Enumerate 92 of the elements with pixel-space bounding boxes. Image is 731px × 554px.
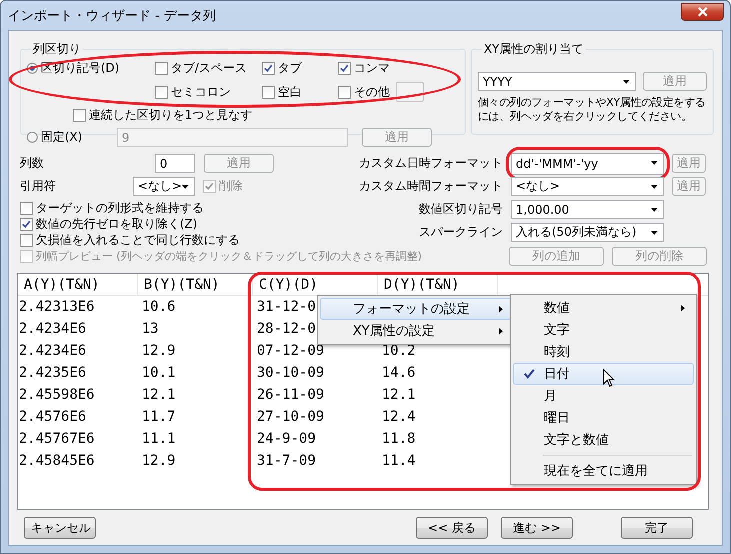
close-icon: [696, 6, 708, 16]
field-label: 引用符: [20, 178, 57, 195]
table-cell: 2.45598E6: [19, 387, 95, 403]
table-cell: 30-10-09: [257, 365, 324, 381]
checkmark-icon: [264, 64, 273, 73]
dropdown-arrow-icon: [651, 160, 658, 164]
submenu-arrow-icon: [499, 306, 503, 313]
table-cell: 10.1: [142, 365, 176, 381]
fixed-radio[interactable]: 固定(X): [27, 129, 117, 146]
table-cell: 2.4235E6: [19, 365, 86, 381]
table-cell: 10.6: [142, 299, 176, 315]
table-cell: 14.6: [382, 365, 416, 381]
format-dropdown[interactable]: <なし>: [511, 177, 664, 196]
group-title: XY属性の割り当て: [483, 41, 585, 58]
dialog-button[interactable]: 進む >>: [501, 517, 573, 539]
table-cell: 26-11-09: [257, 387, 324, 403]
menu-item[interactable]: フォーマットの設定: [320, 298, 512, 320]
table-cell: 27-10-09: [257, 409, 324, 425]
option-checkbox[interactable]: 欠損値を入れることで同じ行数にする: [20, 232, 240, 248]
submenu-arrow-icon: [681, 305, 685, 312]
delimiter-checkbox[interactable]: タブ: [262, 60, 302, 77]
menu-item[interactable]: 文字と数値: [513, 429, 694, 451]
quote-dropdown[interactable]: <なし>: [133, 177, 195, 196]
xy-dropdown[interactable]: YYYY: [478, 72, 636, 91]
dropdown-arrow-icon: [623, 80, 630, 84]
table-cell: 10.2: [382, 343, 416, 359]
delimiter-checkbox[interactable]: その他: [338, 84, 390, 100]
delimiter-checkbox[interactable]: 空白: [262, 84, 302, 100]
window-title: インポート・ウィザード - データ列: [8, 8, 216, 24]
checkmark-icon: [22, 220, 31, 228]
table-cell: 13: [142, 321, 159, 337]
menu-item[interactable]: 数値: [513, 297, 694, 319]
table-cell: 07-12-09: [257, 343, 324, 359]
menu-item[interactable]: 現在を全てに適用: [513, 460, 694, 482]
dialog-button[interactable]: << 戻る: [416, 517, 488, 539]
table-cell: 11.1: [142, 431, 176, 447]
menu-item[interactable]: 月: [513, 385, 694, 407]
submenu-arrow-icon: [499, 328, 503, 335]
table-cell: 12.9: [142, 453, 176, 469]
option-checkbox[interactable]: 数値の先行ゼロを取り除く(Z): [20, 216, 198, 232]
column-count-field[interactable]: 0: [155, 154, 195, 173]
table-cell: 28-12-0: [257, 321, 316, 337]
group-title: 列区切り: [32, 41, 82, 58]
merge-checkbox[interactable]: 連続した区切りを1つと見なす: [73, 107, 253, 124]
dropdown-arrow-icon: [651, 185, 658, 189]
table-cell: 12.9: [142, 343, 176, 359]
checkmark-icon: [340, 64, 349, 73]
checkmark-icon: [205, 182, 214, 191]
table-cell: 2.45845E6: [19, 453, 95, 469]
table-cell: 12.1: [382, 387, 416, 403]
dropdown-arrow-icon: [651, 208, 658, 212]
menu-item[interactable]: 文字: [513, 319, 694, 341]
field-label: カスタム時間フォーマット: [358, 178, 503, 195]
table-cell: 2.42313E6: [19, 299, 95, 315]
dropdown-arrow-icon: [182, 185, 189, 189]
table-cell: 2.4234E6: [19, 343, 86, 359]
table-cell: 12.4: [382, 409, 416, 425]
field-label: カスタム日時フォーマット: [358, 155, 503, 172]
checkmark-icon: [524, 369, 534, 379]
menu-item[interactable]: XY属性の設定: [320, 320, 512, 342]
column-header[interactable]: A(Y)(T&N): [18, 274, 138, 295]
dropdown-arrow-icon: [651, 231, 658, 235]
table-cell: 11.4: [382, 453, 416, 469]
field-label: スパークライン: [418, 224, 503, 241]
table-cell: 31-7-09: [257, 453, 316, 469]
table-cell: 2.45767E6: [19, 431, 95, 447]
mouse-cursor-icon: [603, 369, 615, 388]
table-cell: 11.7: [142, 409, 176, 425]
dialog-button[interactable]: キャンセル: [24, 517, 96, 539]
format-dropdown[interactable]: 1,000.00: [511, 200, 664, 219]
option-checkbox[interactable]: ターゲットの列形式を維持する: [20, 200, 204, 216]
table-cell: 11.8: [382, 431, 416, 447]
close-button[interactable]: [681, 2, 724, 20]
format-dropdown[interactable]: dd'-'MMM'-'yy: [511, 152, 664, 174]
table-cell: 24-9-09: [257, 431, 316, 447]
other-delimiter-field[interactable]: [396, 82, 424, 102]
column-header[interactable]: B(Y)(T&N): [138, 274, 253, 295]
field-label: 列数: [20, 155, 45, 172]
menu-item[interactable]: 曜日: [513, 407, 694, 429]
hint-text: 個々の列のフォーマットやXY属性の設定をするには、列ヘッダを右クリックしてください。: [478, 96, 706, 124]
menu-item[interactable]: 日付: [513, 363, 694, 385]
delimiter-checkbox[interactable]: セミコロン: [155, 84, 231, 100]
dialog-button[interactable]: 完了: [621, 517, 693, 539]
menu-item[interactable]: 時刻: [513, 341, 694, 363]
table-cell: 12.1: [142, 387, 176, 403]
table-cell: 2.4576E6: [19, 409, 86, 425]
format-dropdown[interactable]: 入れる(50列未満なら): [511, 223, 664, 242]
table-cell: 2.4234E6: [19, 321, 86, 337]
delimiter-checkbox[interactable]: コンマ: [338, 60, 390, 77]
table-cell: 31-12-0: [257, 299, 316, 315]
field-label: 数値区切り記号: [418, 201, 503, 218]
delimiter-checkbox[interactable]: タブ/スペース: [155, 60, 248, 77]
